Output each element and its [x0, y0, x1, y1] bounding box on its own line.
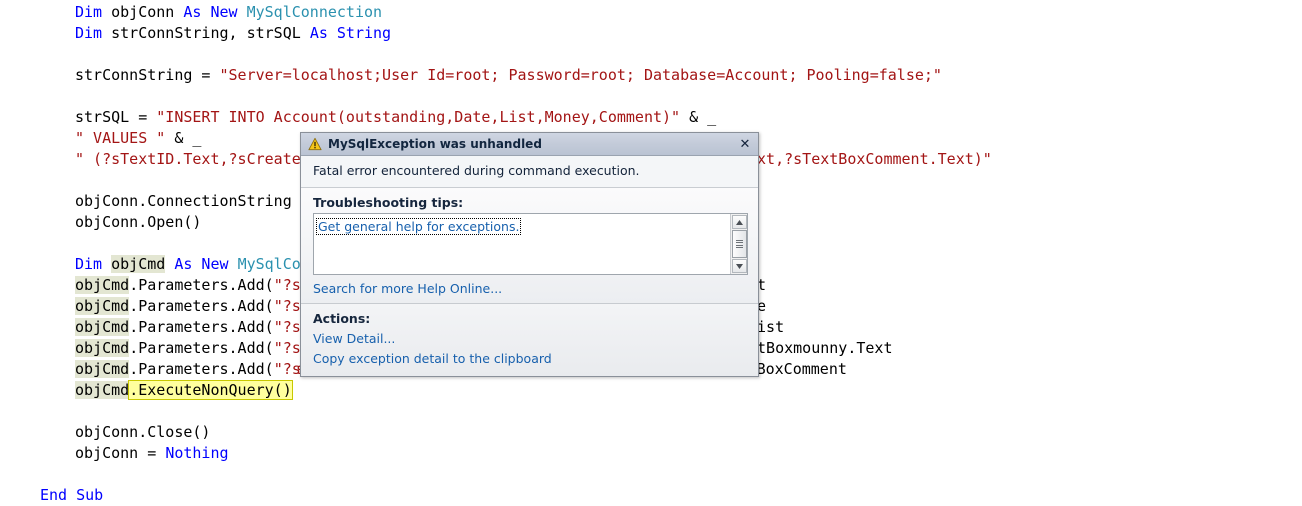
code-token: objCmd	[75, 339, 129, 357]
code-token: strSQL =	[75, 108, 156, 126]
code-token: .Parameters.Add(	[129, 318, 274, 336]
code-token: objCmd	[111, 255, 165, 273]
code-token: objCmd	[75, 297, 129, 315]
code-line: objCmd.Parameters.Add("?s	[75, 317, 301, 338]
code-token: .Parameters.Add(	[129, 297, 274, 315]
code-line: objCmd.ExecuteNonQuery()	[75, 380, 292, 401]
code-token: Dim	[75, 24, 102, 42]
code-token: .Parameters.Add(	[129, 360, 274, 378]
code-line: objConn.Close()	[75, 422, 210, 443]
code-token: objCmd	[75, 318, 129, 336]
code-line: Dim objCmd As New MySqlCo	[75, 254, 301, 275]
code-token: .ExecuteNonQuery()	[129, 381, 292, 399]
code-token: MySqlConnection	[247, 3, 382, 21]
code-line: objCmd.Parameters.Add("?s	[75, 359, 301, 380]
code-token: objCmd	[75, 360, 129, 378]
code-token: "?s	[274, 297, 301, 315]
code-token: objConn	[102, 3, 183, 21]
code-line: xtBoxmounny.Text	[748, 338, 893, 359]
code-line: objConn.ConnectionString	[75, 191, 292, 212]
code-token	[165, 255, 174, 273]
code-token: Dim	[75, 255, 102, 273]
code-line: Dim objConn As New MySqlConnection	[75, 2, 382, 23]
code-line: objCmd.Parameters.Add("?s	[75, 275, 301, 296]
code-line: objCmd.Parameters.Add("?s	[75, 338, 301, 359]
code-token: End Sub	[40, 486, 103, 504]
code-token: ext,?sTextBoxComment.Text)"	[748, 150, 992, 168]
view-detail-link[interactable]: View Detail...	[313, 331, 748, 346]
code-line: End Sub	[40, 485, 103, 506]
code-token: " VALUES "	[75, 129, 165, 147]
close-icon[interactable]: ✕	[736, 138, 754, 151]
code-token: Text	[856, 339, 892, 357]
dialog-actions: Actions: View Detail... Copy exception d…	[301, 304, 758, 376]
code-token	[102, 255, 111, 273]
tip-link-general-help[interactable]: Get general help for exceptions.	[317, 219, 520, 234]
code-token	[238, 3, 247, 21]
code-token: strConnString =	[75, 66, 220, 84]
code-line: " VALUES " & _	[75, 128, 201, 149]
code-token: objConn =	[75, 444, 165, 462]
tips-list: Get general help for exceptions.	[314, 214, 730, 274]
code-token	[229, 255, 238, 273]
dialog-message: Fatal error encountered during command e…	[301, 156, 758, 188]
warning-triangle-icon	[308, 137, 322, 151]
code-token: Nothing	[165, 444, 228, 462]
troubleshooting-heading: Troubleshooting tips:	[313, 195, 748, 210]
code-token: objConn.ConnectionString	[75, 192, 292, 210]
actions-heading: Actions:	[313, 311, 748, 326]
code-token: MySqlCo	[238, 255, 301, 273]
code-token: & _	[165, 129, 201, 147]
scrollbar-thumb[interactable]	[732, 230, 747, 258]
code-token: objCmd	[75, 381, 129, 399]
code-token: "?s	[274, 318, 301, 336]
scrollbar-up-arrow-icon[interactable]	[732, 215, 747, 229]
code-token: strConnString, strSQL	[102, 24, 310, 42]
code-token: " (?sTextID.Text,?sCreate	[75, 150, 301, 168]
code-token: As String	[310, 24, 391, 42]
dialog-titlebar[interactable]: MySqlException was unhandled ✕	[301, 133, 758, 156]
code-line: objConn = Nothing	[75, 443, 229, 464]
dialog-title: MySqlException was unhandled	[328, 137, 736, 151]
code-token: .Parameters.Add(	[129, 276, 274, 294]
code-token: objCmd	[75, 276, 129, 294]
code-token: xtBoxmounny.	[748, 339, 856, 357]
code-token: objConn.Open()	[75, 213, 201, 231]
code-line: ext,?sTextBoxComment.Text)"	[748, 149, 992, 170]
code-token: Dim	[75, 3, 102, 21]
code-line: objConn.Open()	[75, 212, 201, 233]
search-help-online-link[interactable]: Search for more Help Online...	[313, 275, 502, 303]
copy-exception-detail-link[interactable]: Copy exception detail to the clipboard	[313, 351, 748, 366]
code-token: "INSERT INTO Account(outstanding,Date,Li…	[156, 108, 680, 126]
code-token: objConn.Close()	[75, 423, 210, 441]
code-token: As New	[183, 3, 237, 21]
scrollbar-down-arrow-icon[interactable]	[732, 259, 747, 273]
code-token: & _	[680, 108, 716, 126]
code-token: .Parameters.Add(	[129, 339, 274, 357]
dialog-body: Troubleshooting tips: Get general help f…	[301, 188, 758, 304]
scrollbar-grip-icon	[736, 238, 743, 250]
code-token: "?s	[274, 339, 301, 357]
code-line: strConnString = "Server=localhost;User I…	[75, 65, 942, 86]
code-line: strSQL = "INSERT INTO Account(outstandin…	[75, 107, 716, 128]
code-line: objCmd.Parameters.Add("?s	[75, 296, 301, 317]
tips-scrollbar[interactable]	[730, 214, 747, 274]
code-token: "Server=localhost;User Id=root; Password…	[220, 66, 942, 84]
troubleshooting-tips-box[interactable]: Get general help for exceptions.	[313, 213, 748, 275]
code-token: As New	[174, 255, 228, 273]
code-token: "?s	[274, 276, 301, 294]
exception-dialog[interactable]: MySqlException was unhandled ✕ Fatal err…	[300, 132, 759, 377]
code-line: " (?sTextID.Text,?sCreate	[75, 149, 301, 170]
code-line: Dim strConnString, strSQL As String	[75, 23, 391, 44]
